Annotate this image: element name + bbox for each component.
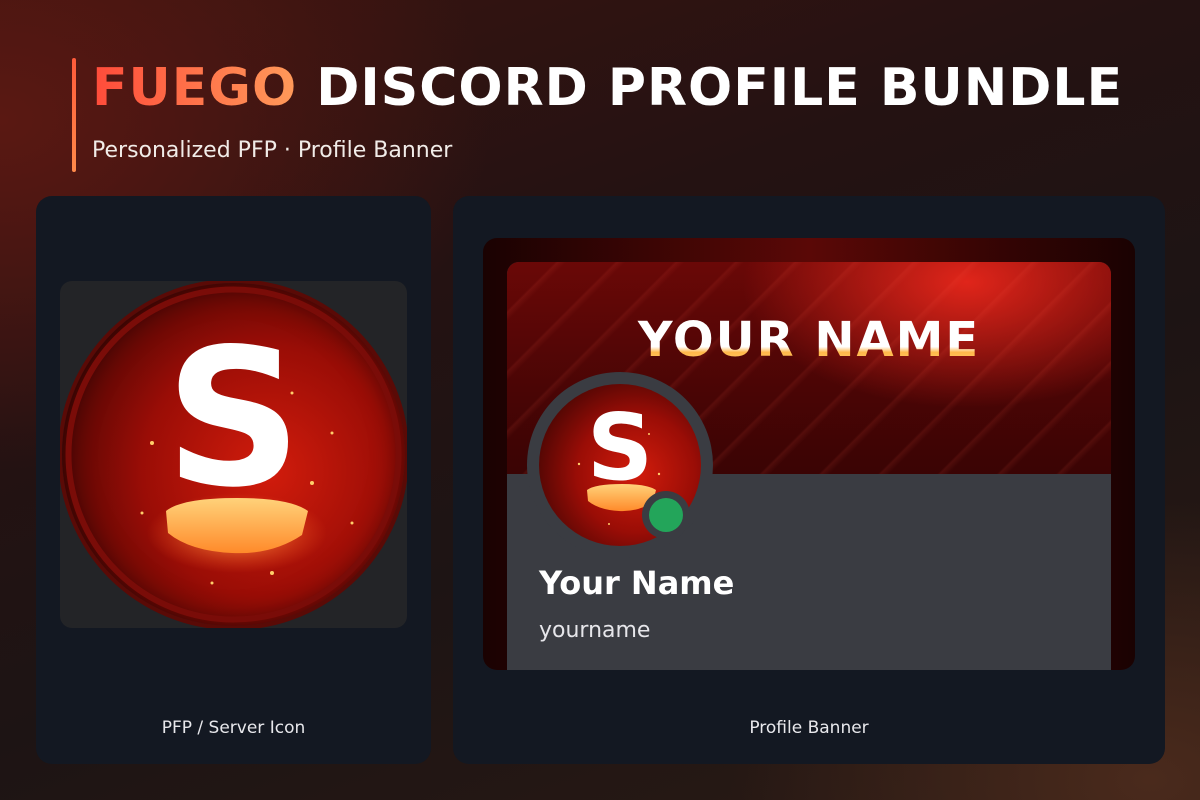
page-title: FUEGO DISCORD PROFILE BUNDLE xyxy=(92,58,1123,118)
pfp-avatar: S xyxy=(62,283,405,626)
accent-bar xyxy=(72,58,76,172)
pfp-card: S PFP / Server Icon xyxy=(36,196,431,764)
banner-card: YOUR NAME S Your Name yourname Profile B… xyxy=(453,196,1165,764)
display-name: Your Name xyxy=(539,564,735,602)
pfp-caption: PFP / Server Icon xyxy=(161,718,306,738)
pfp-preview: S xyxy=(60,281,407,628)
title-rest: DISCORD PROFILE BUNDLE xyxy=(316,58,1124,118)
banner-caption: Profile Banner xyxy=(749,718,869,738)
header: FUEGO DISCORD PROFILE BUNDLE Personalize… xyxy=(72,58,1172,172)
avatar-ring: S xyxy=(527,372,713,558)
pfp-letter: S xyxy=(165,308,302,529)
profile-panel: YOUR NAME S Your Name yourname xyxy=(507,262,1111,670)
banner-name-text: YOUR NAME xyxy=(507,312,1111,368)
title-accent: FUEGO xyxy=(92,58,298,118)
username: yourname xyxy=(539,618,651,643)
avatar-letter: S xyxy=(586,394,654,501)
subtitle: Personalized PFP · Profile Banner xyxy=(92,138,453,163)
online-status-icon xyxy=(649,498,683,532)
banner-preview: YOUR NAME S Your Name yourname xyxy=(483,238,1135,670)
